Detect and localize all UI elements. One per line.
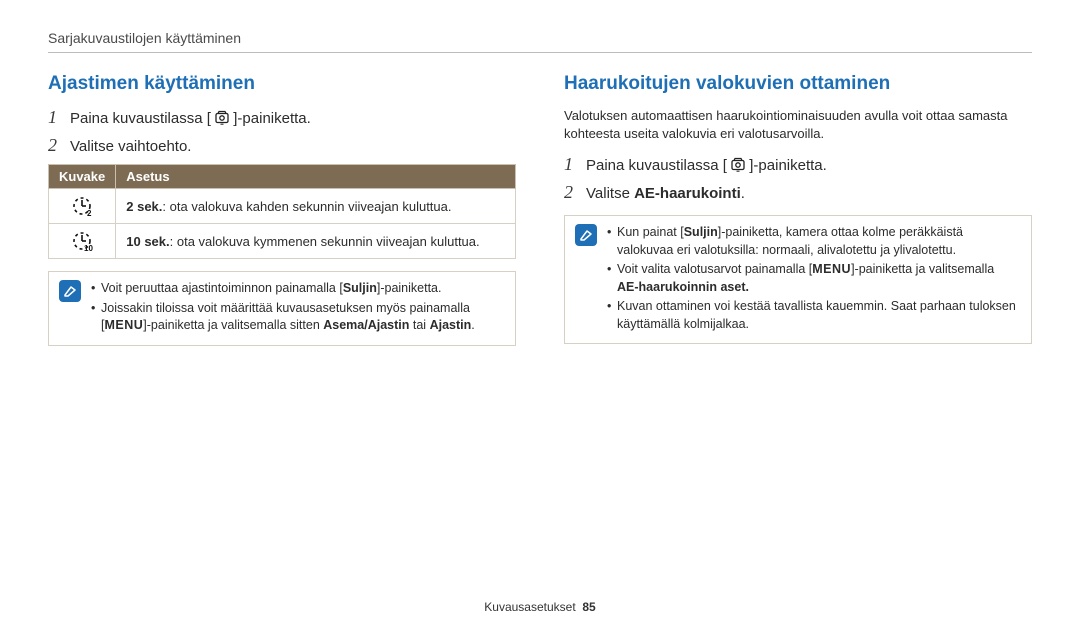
note-icon <box>575 224 597 246</box>
step-num: 2 <box>48 135 70 156</box>
step-num: 2 <box>564 182 586 203</box>
t: : ota valokuva kahden sekunnin viiveajan… <box>162 199 451 214</box>
step-text: Paina kuvaustilassa [ ]-painiketta. <box>586 157 827 176</box>
timer-10s-icon: 10 <box>49 224 116 259</box>
step-1-left: 1 Paina kuvaustilassa [ ]-painiketta. <box>48 107 516 129</box>
cell-text: 2 sek.: ota valokuva kahden sekunnin vii… <box>116 189 516 224</box>
note-item: Kuvan ottaminen voi kestää tavallista ka… <box>607 298 1019 333</box>
b: 10 sek. <box>126 234 169 249</box>
svg-text:2: 2 <box>87 209 92 217</box>
t: ]-painiketta. <box>749 157 827 174</box>
t: ]-painiketta. <box>233 110 311 127</box>
menu-key: MENU <box>812 262 851 276</box>
b: AE-haarukointi <box>634 185 741 202</box>
b: Suljin <box>343 281 377 295</box>
t: Paina kuvaustilassa [ <box>70 110 211 127</box>
t: ]-painiketta ja valitsemalla sitten <box>143 318 323 332</box>
footer: Kuvausasetukset 85 <box>0 600 1080 614</box>
b: 2 sek. <box>126 199 162 214</box>
timer-2s-icon: 2 <box>49 189 116 224</box>
breadcrumb: Sarjakuvaustilojen käyttäminen <box>48 30 1032 46</box>
menu-key: MENU <box>104 318 143 332</box>
b: Suljin <box>684 225 718 239</box>
t: . <box>471 318 474 332</box>
th-icon: Kuvake <box>49 165 116 189</box>
cell-text: 10 sek.: ota valokuva kymmenen sekunnin … <box>116 224 516 259</box>
step-text: Valitse AE-haarukointi. <box>586 185 745 202</box>
step-num: 1 <box>564 154 586 175</box>
col-left: Ajastimen käyttäminen 1 Paina kuvaustila… <box>48 73 516 346</box>
t: Kuvan ottaminen voi kestää tavallista ka… <box>617 299 1016 331</box>
footer-page: 85 <box>582 600 595 614</box>
t: Voit peruuttaa ajastintoiminnon painamal… <box>101 281 343 295</box>
heading-right: Haarukoitujen valokuvien ottaminen <box>564 73 1032 95</box>
t: Paina kuvaustilassa [ <box>586 157 727 174</box>
t: . <box>741 185 745 202</box>
table-row: 2 2 sek.: ota valokuva kahden sekunnin v… <box>49 189 516 224</box>
t: ]-painiketta. <box>377 281 442 295</box>
note-left: Voit peruuttaa ajastintoiminnon painamal… <box>48 271 516 346</box>
t: Voit valita valotusarvot painamalla [ <box>617 262 812 276</box>
col-right: Haarukoitujen valokuvien ottaminen Valot… <box>564 73 1032 346</box>
step-text: Valitse vaihtoehto. <box>70 138 191 155</box>
t: tai <box>409 318 429 332</box>
note-item: Voit valita valotusarvot painamalla [MEN… <box>607 261 1019 296</box>
step-1-right: 1 Paina kuvaustilassa [ ]-painiketta. <box>564 154 1032 176</box>
th-setting: Asetus <box>116 165 516 189</box>
table-row: 10 10 sek.: ota valokuva kymmenen sekunn… <box>49 224 516 259</box>
step-2-right: 2 Valitse AE-haarukointi. <box>564 182 1032 203</box>
burst-icon <box>731 157 745 176</box>
note-item: Kun painat [Suljin]-painiketta, kamera o… <box>607 224 1019 259</box>
divider <box>48 52 1032 53</box>
b: AE-haarukoinnin aset. <box>617 280 749 294</box>
t: : ota valokuva kymmenen sekunnin viiveaj… <box>170 234 480 249</box>
note-item: Joissakin tiloissa voit määrittää kuvaus… <box>91 300 503 335</box>
t: ]-painiketta ja valitsemalla <box>851 262 994 276</box>
footer-label: Kuvausasetukset <box>484 600 575 614</box>
b: Ajastin <box>430 318 472 332</box>
intro-text: Valotuksen automaattisen haarukointiomin… <box>564 107 1032 142</box>
note-icon <box>59 280 81 302</box>
options-table: Kuvake Asetus 2 2 sek.: ota valokuva kah… <box>48 164 516 259</box>
burst-icon <box>215 110 229 129</box>
svg-text:10: 10 <box>84 244 93 252</box>
t: Valitse <box>586 185 634 202</box>
b: Asema/Ajastin <box>323 318 409 332</box>
note-right: Kun painat [Suljin]-painiketta, kamera o… <box>564 215 1032 344</box>
heading-left: Ajastimen käyttäminen <box>48 73 516 95</box>
t: Kun painat [ <box>617 225 684 239</box>
step-num: 1 <box>48 107 70 128</box>
step-2-left: 2 Valitse vaihtoehto. <box>48 135 516 156</box>
step-text: Paina kuvaustilassa [ ]-painiketta. <box>70 110 311 129</box>
note-item: Voit peruuttaa ajastintoiminnon painamal… <box>91 280 503 298</box>
